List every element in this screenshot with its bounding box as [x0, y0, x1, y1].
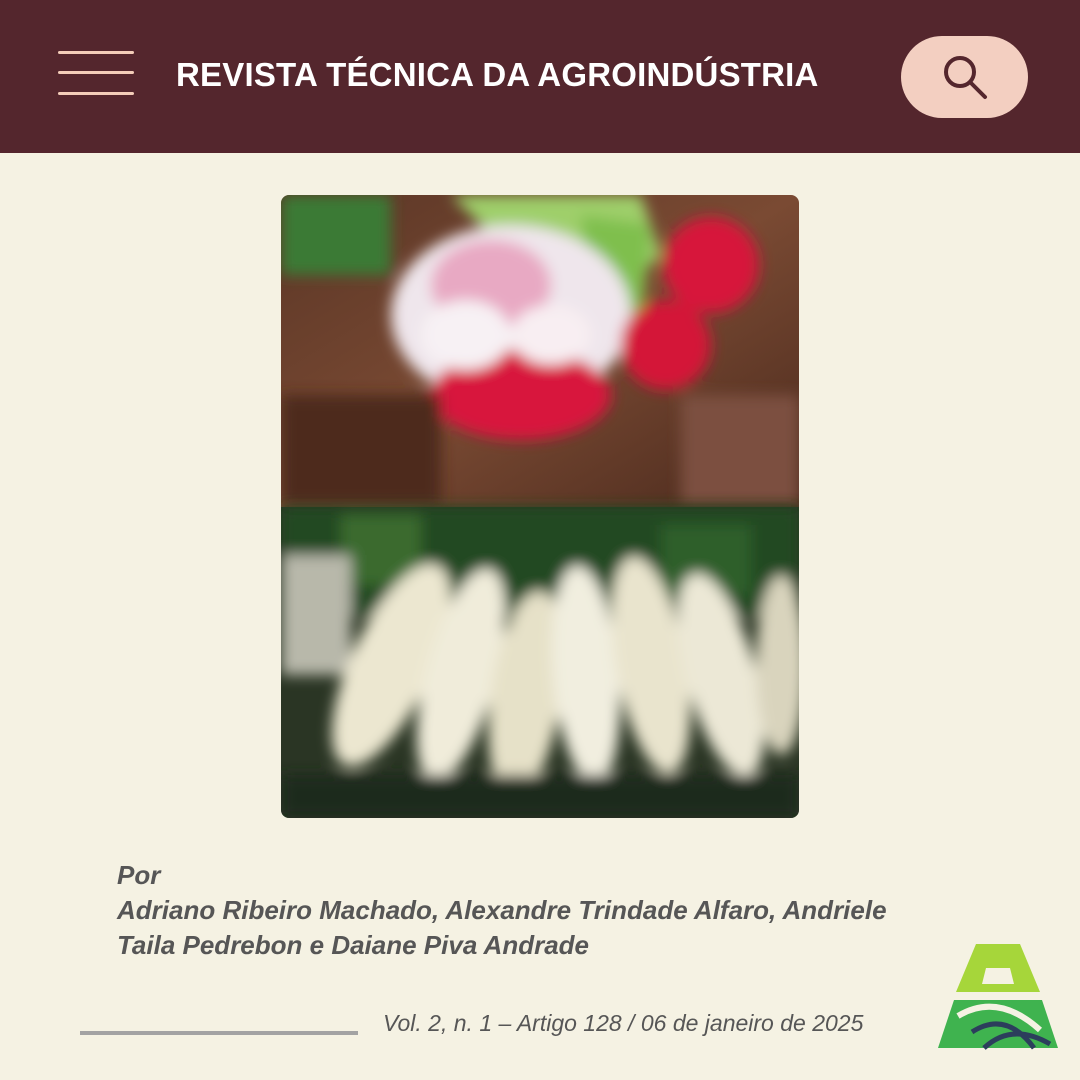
article-image — [281, 195, 799, 818]
citation: Vol. 2, n. 1 – Artigo 128 / 06 de janeir… — [383, 1010, 864, 1036]
agroindustria-logo — [936, 940, 1060, 1052]
top-bar: REVISTA TÉCNICA DA AGROINDÚSTRIA — [0, 0, 1080, 153]
search-button[interactable] — [901, 36, 1028, 118]
radish-photo — [281, 195, 799, 818]
byline-prefix: Por — [117, 860, 161, 890]
page-title: REVISTA TÉCNICA DA AGROINDÚSTRIA — [176, 56, 819, 93]
author-byline: Por Adriano Ribeiro Machado, Alexandre T… — [117, 858, 1017, 963]
search-icon — [944, 56, 987, 99]
menu-button[interactable] — [58, 48, 136, 100]
byline-authors-line-2: Taila Pedrebon e Daiane Piva Andrade — [117, 930, 590, 960]
divider — [80, 1031, 358, 1035]
byline-authors-line-1: Adriano Ribeiro Machado, Alexandre Trind… — [117, 895, 887, 925]
hamburger-menu-icon — [58, 51, 134, 54]
